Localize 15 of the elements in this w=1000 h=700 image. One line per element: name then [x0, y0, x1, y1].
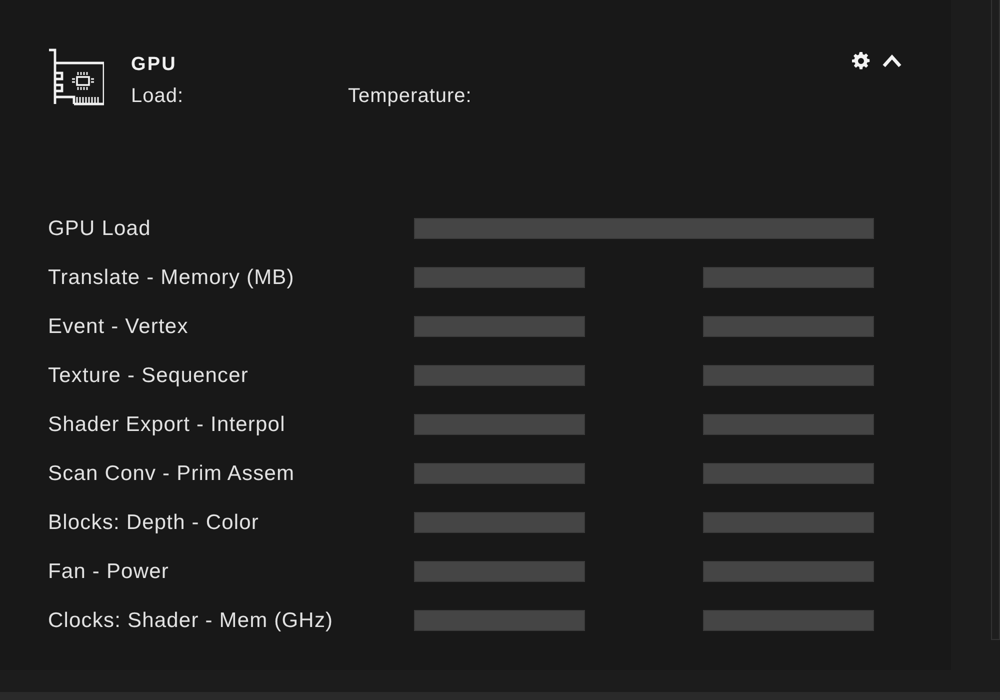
metric-label: GPU Load: [48, 216, 151, 240]
metric-label: Blocks: Depth - Color: [48, 510, 260, 534]
metric-label: Event - Vertex: [48, 314, 188, 338]
metric-label: Scan Conv - Prim Assem: [48, 462, 295, 484]
settings-icon[interactable]: [852, 52, 870, 70]
metric-label: Fan - Power: [48, 560, 169, 582]
panel-title: GPU: [131, 53, 177, 77]
metric-label: Translate - Memory (MB): [48, 266, 294, 288]
chevron-up-icon[interactable]: [882, 54, 902, 68]
summary-label: Load:: [131, 85, 184, 107]
metric-label: Texture - Sequencer: [48, 364, 249, 386]
metric-label: Shader Export - Interpol: [48, 412, 286, 436]
metric-label: Clocks: Shader - Mem (GHz): [48, 608, 334, 632]
expansion-card-icon: [48, 48, 104, 106]
summary-label: Temperature:: [348, 85, 472, 107]
